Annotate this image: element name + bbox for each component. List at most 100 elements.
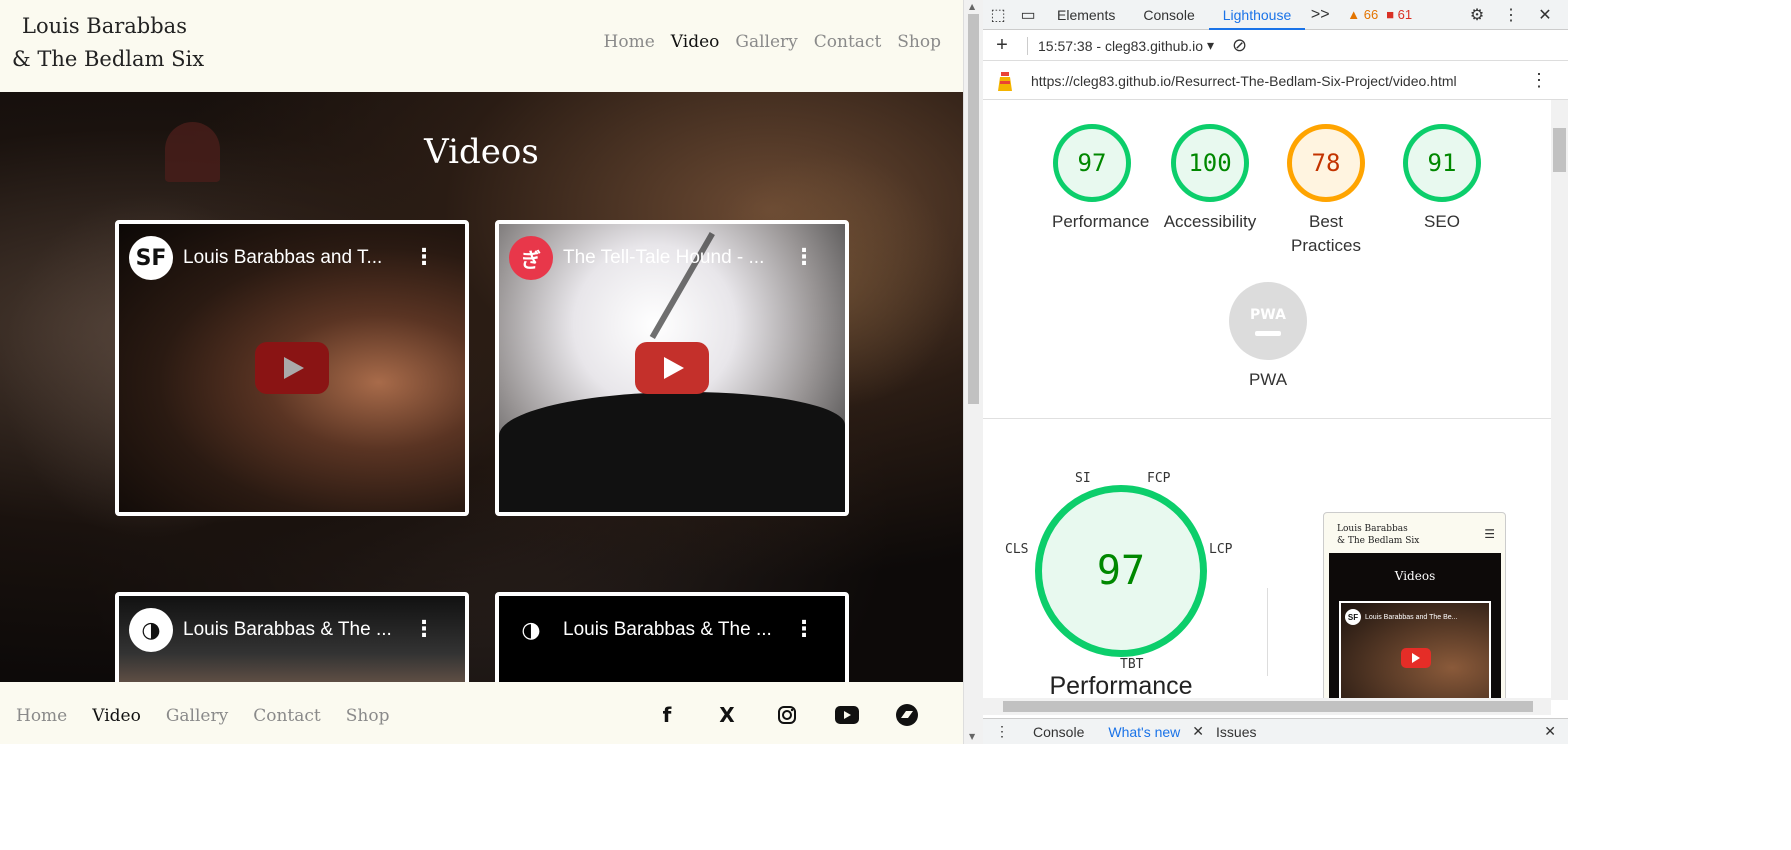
youtube-icon[interactable]: [817, 702, 877, 728]
scrollbar-thumb[interactable]: [968, 14, 979, 404]
score-value: 97: [1053, 124, 1131, 202]
youtube-play-icon[interactable]: [635, 342, 709, 394]
footer-nav-shop[interactable]: Shop: [346, 706, 390, 726]
instagram-icon[interactable]: [757, 702, 817, 728]
footer-nav-gallery[interactable]: Gallery: [166, 706, 228, 726]
audited-url-bar: https://cleg83.github.io/Resurrect-The-B…: [983, 62, 1568, 100]
nav-home[interactable]: Home: [604, 32, 655, 52]
youtube-play-icon[interactable]: [255, 342, 329, 394]
footer-nav: Home Video Gallery Contact Shop: [16, 706, 389, 726]
close-drawer-icon[interactable]: ✕: [1544, 723, 1556, 740]
metric-si: SI: [1075, 471, 1091, 486]
channel-avatar[interactable]: ◑: [509, 608, 553, 652]
scroll-down-arrow[interactable]: ▼: [969, 732, 975, 741]
channel-avatar[interactable]: ◑: [129, 608, 173, 652]
scrollbar-thumb[interactable]: [1003, 701, 1533, 712]
footer-nav-video[interactable]: Video: [92, 706, 141, 726]
close-tab-icon[interactable]: ✕: [1192, 723, 1204, 740]
close-icon[interactable]: ✕: [1530, 5, 1560, 25]
pwa-icon: PWA: [1250, 306, 1286, 323]
lighthouse-logo-icon: [998, 71, 1012, 91]
preview-video-title-bar: SF Louis Barabbas and The Be...: [1345, 609, 1458, 625]
page-scrollbar[interactable]: ▲ ▼: [963, 0, 983, 744]
new-report-plus-icon[interactable]: +: [987, 34, 1017, 57]
bandcamp-icon[interactable]: [877, 702, 937, 728]
scroll-up-arrow[interactable]: ▲: [969, 2, 975, 11]
video-title[interactable]: The Tell-Tale Hound - ...: [563, 247, 793, 269]
video-embed-4[interactable]: ◑ Louis Barabbas & The ... ⋮: [495, 592, 849, 682]
clear-block-icon[interactable]: ⊘: [1232, 35, 1247, 56]
report-selector[interactable]: 15:57:38 - cleg83.github.io: [1038, 38, 1203, 54]
more-options-icon[interactable]: ⋮: [793, 619, 815, 641]
drawer-menu-icon[interactable]: ⋮: [983, 723, 1021, 740]
nav-gallery[interactable]: Gallery: [735, 32, 797, 52]
site-logo[interactable]: Louis Barabbas & The Bedlam Six: [12, 10, 204, 76]
final-screenshot-preview[interactable]: Louis Barabbas & The Bedlam Six ☰ Videos…: [1323, 512, 1506, 700]
gauge-performance[interactable]: 97 Performance: [1052, 124, 1150, 234]
channel-avatar[interactable]: SF: [129, 236, 173, 280]
video-title[interactable]: Louis Barabbas & The ...: [183, 619, 413, 641]
gauge-accessibility[interactable]: 100 Accessibility: [1164, 124, 1256, 234]
drawer-tab-issues[interactable]: Issues: [1204, 724, 1268, 740]
audited-url[interactable]: https://cleg83.github.io/Resurrect-The-B…: [1031, 73, 1457, 89]
facebook-icon[interactable]: f: [637, 702, 697, 728]
settings-gear-icon[interactable]: ⚙: [1462, 5, 1492, 25]
more-options-icon[interactable]: ⋮: [413, 247, 435, 269]
pwa-label: PWA: [1248, 370, 1288, 389]
hill-silhouette: [499, 392, 845, 512]
more-options-icon[interactable]: ⋮: [793, 247, 815, 269]
videos-section: Videos SF Louis Barabbas and T... ⋮ ぎ Th…: [0, 92, 963, 682]
tab-console[interactable]: Console: [1129, 0, 1208, 30]
video-title-bar: ◑ Louis Barabbas & The ... ⋮: [129, 608, 455, 652]
video-embed-3[interactable]: ◑ Louis Barabbas & The ... ⋮: [115, 592, 469, 682]
drawer-tab-whats-new[interactable]: What's new: [1096, 724, 1192, 740]
nav-video[interactable]: Video: [671, 32, 720, 52]
main-nav: Home Video Gallery Contact Shop: [604, 32, 941, 52]
nav-contact[interactable]: Contact: [814, 32, 882, 52]
x-icon[interactable]: X: [697, 702, 757, 728]
tab-lighthouse[interactable]: Lighthouse: [1208, 0, 1306, 30]
gauge-seo[interactable]: 91 SEO: [1402, 124, 1482, 234]
score-label: Accessibility: [1163, 212, 1257, 231]
errors-badge[interactable]: ■ 61: [1386, 7, 1412, 22]
nav-shop[interactable]: Shop: [897, 32, 941, 52]
video-embed-2[interactable]: ぎ The Tell-Tale Hound - ... ⋮: [495, 220, 849, 516]
preview-title: Videos: [1394, 569, 1436, 583]
more-tabs-icon[interactable]: >>: [1305, 6, 1335, 24]
gauge-best-practices[interactable]: 78 Best Practices: [1286, 124, 1366, 258]
site-header: Louis Barabbas & The Bedlam Six Home Vid…: [0, 0, 963, 92]
channel-avatar[interactable]: ぎ: [509, 236, 553, 280]
logo-line-2: & The Bedlam Six: [12, 47, 205, 71]
social-links: f X: [637, 702, 937, 728]
more-options-icon[interactable]: ⋮: [413, 619, 435, 641]
url-menu-icon[interactable]: ⋮: [1530, 70, 1548, 91]
video-title[interactable]: Louis Barabbas & The ...: [563, 619, 793, 641]
inspect-element-icon[interactable]: ⬚: [983, 5, 1013, 25]
device-toolbar-icon[interactable]: ▭: [1013, 5, 1043, 25]
performance-big-gauge[interactable]: 97: [1035, 485, 1207, 657]
preview-logo-line-2: & The Bedlam Six: [1337, 536, 1420, 546]
preview-logo-line-1: Louis Barabbas: [1337, 524, 1408, 534]
video-title-bar: ◑ Louis Barabbas & The ... ⋮: [509, 608, 835, 652]
warnings-badge[interactable]: ▲ 66: [1347, 7, 1378, 22]
report-vertical-scrollbar[interactable]: [1551, 100, 1568, 700]
footer-nav-home[interactable]: Home: [16, 706, 67, 726]
preview-video: SF Louis Barabbas and The Be...: [1339, 601, 1491, 700]
score-label: Performance: [1052, 212, 1150, 231]
preview-video-title: Louis Barabbas and The Be...: [1365, 613, 1458, 621]
chevron-down-icon[interactable]: ▾: [1207, 37, 1214, 54]
scrollbar-thumb[interactable]: [1553, 128, 1566, 172]
video-embed-1[interactable]: SF Louis Barabbas and T... ⋮: [115, 220, 469, 516]
video-title[interactable]: Louis Barabbas and T...: [183, 247, 413, 269]
tab-elements[interactable]: Elements: [1043, 0, 1129, 30]
pwa-dash: [1255, 330, 1281, 336]
video-title-bar: SF Louis Barabbas and T... ⋮: [129, 236, 455, 280]
page-title: Videos: [424, 132, 539, 172]
youtube-play-icon: [1401, 648, 1431, 668]
kebab-menu-icon[interactable]: ⋮: [1496, 5, 1526, 25]
report-horizontal-scrollbar[interactable]: [983, 698, 1551, 715]
drawer-tab-console[interactable]: Console: [1021, 724, 1096, 740]
gauge-pwa[interactable]: PWA: [1229, 282, 1307, 360]
footer-nav-contact[interactable]: Contact: [253, 706, 321, 726]
metric-cls: CLS: [1005, 542, 1029, 557]
